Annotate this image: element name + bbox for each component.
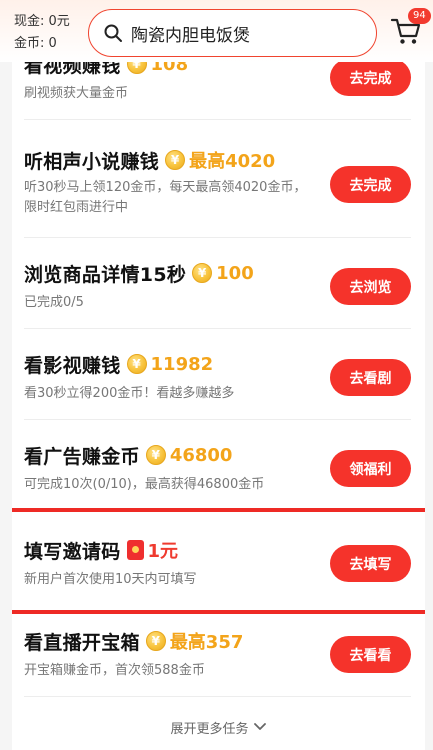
task-reward: 108: [150, 60, 189, 75]
coin-balance: 金币: 0: [14, 36, 57, 51]
expand-label: 展开更多任务: [170, 721, 249, 737]
cash-balance: 现金: 0元: [14, 14, 70, 29]
task-reward: 1元: [147, 541, 179, 562]
task-row: 看直播开宝箱 ¥ 最高357 开宝箱赚金币，首次领588金币 去看看: [12, 606, 425, 697]
coin-icon: ¥: [126, 354, 147, 374]
task-title: 看广告赚金币: [24, 445, 140, 468]
task-row: 看视频赚钱 ¥ 108 刷视频获大量金币 去完成: [12, 60, 425, 120]
task-action-button[interactable]: 去看剧: [330, 359, 411, 396]
task-title: 听相声小说赚钱: [24, 150, 160, 173]
search-icon: [104, 24, 122, 42]
task-reward: 100: [216, 262, 254, 284]
task-reward: 最高357: [169, 632, 244, 653]
coin-icon: ¥: [145, 631, 166, 651]
task-row: 看影视赚钱 ¥ 11982 看30秒立得200金币！看越多赚越多 去看剧: [12, 329, 425, 420]
task-description: 新用户首次使用10天内可填写: [24, 572, 197, 587]
search-query: 陶瓷内胆电饭煲: [131, 25, 250, 46]
divider: [24, 696, 411, 697]
task-title: 填写邀请码: [24, 540, 121, 563]
task-description: 已完成0/5: [24, 295, 84, 310]
task-row: 看广告赚金币 ¥ 46800 可完成10次(0/10)，最高获得46800金币 …: [12, 420, 425, 511]
task-description: 刷视频获大量金币: [24, 86, 129, 101]
search-bar[interactable]: 陶瓷内胆电饭煲: [88, 9, 377, 57]
task-description: 可完成10次(0/10)，最高获得46800金币: [24, 477, 265, 492]
task-reward: 11982: [150, 353, 214, 375]
task-reward: 46800: [169, 444, 233, 466]
task-action-button[interactable]: 去看看: [330, 636, 411, 673]
coin-icon: ¥: [126, 60, 147, 74]
task-action-button[interactable]: 去填写: [330, 545, 411, 582]
task-title: 看视频赚钱: [24, 60, 121, 77]
red-packet-icon: [126, 540, 144, 560]
cart-count-badge: 94: [408, 8, 431, 24]
task-action-button[interactable]: 去完成: [330, 166, 411, 203]
top-bar: 现金: 0元 金币: 0 陶瓷内胆电饭煲 94: [0, 0, 433, 62]
task-description: 开宝箱赚金币，首次领588金币: [24, 663, 205, 678]
task-description: 看30秒立得200金币！看越多赚越多: [24, 386, 235, 401]
task-list: 看视频赚钱 ¥ 108 刷视频获大量金币 去完成 听相声小说赚钱 ¥ 最高402…: [12, 60, 425, 750]
task-action-button[interactable]: 去完成: [330, 60, 411, 96]
task-title: 看直播开宝箱: [24, 631, 140, 654]
coin-icon: ¥: [192, 263, 213, 283]
expand-more-tasks[interactable]: 展开更多任务: [12, 712, 425, 742]
coin-icon: ¥: [145, 445, 166, 465]
task-title: 看影视赚钱: [24, 354, 121, 377]
task-description: 听30秒马上领120金币，每天最高领4020金币，限时红包雨进行中: [24, 180, 307, 215]
task-title: 浏览商品详情15秒: [24, 263, 187, 286]
task-row: 浏览商品详情15秒 ¥ 100 已完成0/5 去浏览: [12, 238, 425, 329]
task-row: 听相声小说赚钱 ¥ 最高4020 听30秒马上领120金币，每天最高领4020金…: [12, 120, 425, 238]
task-action-button[interactable]: 领福利: [330, 450, 411, 487]
balance-panel[interactable]: 现金: 0元 金币: 0: [14, 11, 70, 55]
chevron-down-icon: [253, 723, 266, 730]
task-action-button[interactable]: 去浏览: [330, 268, 411, 305]
task-reward: 最高4020: [189, 151, 276, 172]
task-row-invite-code: 填写邀请码 1元 新用户首次使用10天内可填写 去填写: [12, 515, 425, 606]
coin-icon: ¥: [165, 150, 186, 170]
